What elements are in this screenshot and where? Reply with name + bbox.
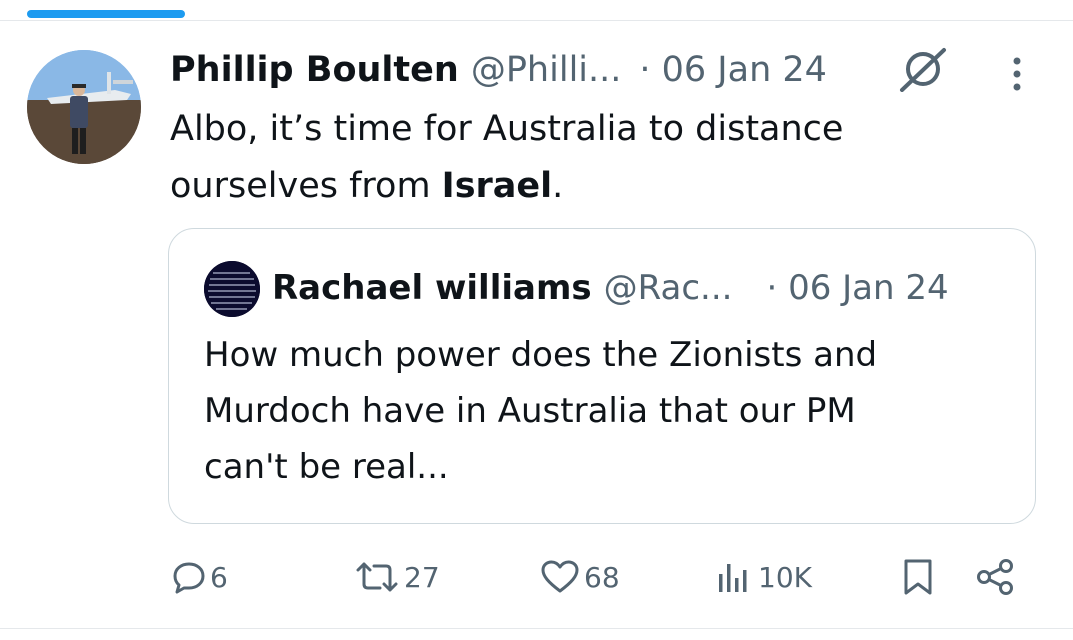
quote-text-line: Murdoch have in Australia that our PM (204, 391, 856, 431)
like-button[interactable]: 68 (540, 553, 620, 601)
share-icon (977, 559, 1013, 595)
quote-text-line: can't be real... (204, 447, 449, 487)
tweet-text-line: Albo, it’s time for Australia to distanc… (170, 109, 844, 149)
tab-indicator (27, 10, 185, 18)
repost-icon (356, 562, 398, 592)
bookmark-button[interactable] (902, 553, 934, 601)
tweet-text-segment: ourselves from (170, 166, 442, 206)
quote-avatar-image (204, 261, 260, 317)
reply-count: 6 (210, 560, 228, 594)
views-icon (719, 564, 747, 592)
quote-author-handle[interactable]: @Rac... (604, 268, 733, 308)
quote-date[interactable]: · 06 Jan 24 (766, 268, 948, 308)
tweet-text-line: ourselves from Israel. (170, 158, 990, 215)
quoted-tweet-card[interactable]: Rachael williams @Rac... · 06 Jan 24 How… (168, 228, 1036, 524)
like-count: 68 (584, 560, 620, 594)
quote-author-name[interactable]: Rachael williams (272, 268, 592, 308)
quote-text: How much power does the Zionists and Mur… (204, 327, 1004, 495)
more-vertical-icon[interactable] (1006, 54, 1028, 94)
quote-author-avatar[interactable] (204, 261, 260, 317)
tweet-text-segment: . (552, 166, 564, 206)
tweet-text: Albo, it’s time for Australia to distanc… (170, 101, 990, 215)
author-handle[interactable]: @Philli... (471, 50, 622, 90)
views-count: 10K (758, 560, 812, 594)
top-divider (0, 20, 1073, 21)
reply-icon (173, 562, 205, 594)
repost-button[interactable]: 27 (354, 553, 440, 601)
tweet-text-bold: Israel (441, 166, 553, 206)
avatar-photo (27, 50, 141, 164)
quote-text-line: How much power does the Zionists and (204, 335, 878, 375)
author-avatar[interactable] (27, 50, 141, 164)
author-name[interactable]: Phillip Boulten (170, 50, 459, 90)
reply-button[interactable]: 6 (172, 553, 228, 601)
tweet-date[interactable]: · 06 Jan 24 (639, 50, 827, 90)
tweet-header: Phillip Boulten @Philli... · 06 Jan 24 (170, 44, 827, 96)
bottom-divider (0, 628, 1073, 629)
share-button[interactable] (976, 553, 1016, 601)
bookmark-icon (904, 559, 932, 595)
heart-icon (541, 560, 579, 593)
repost-count: 27 (404, 560, 440, 594)
grok-icon[interactable] (898, 46, 948, 92)
views-button[interactable]: 10K (716, 553, 812, 601)
quote-header: Rachael williams @Rac... · 06 Jan 24 (272, 263, 949, 313)
